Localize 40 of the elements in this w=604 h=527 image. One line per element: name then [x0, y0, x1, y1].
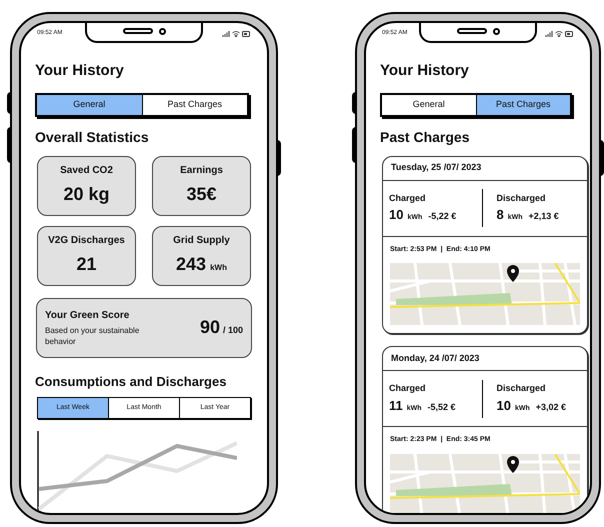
charge-date: Monday, 24 /07/ 2023 [383, 347, 587, 371]
charge-date: Tuesday, 25 /07/ 2023 [383, 156, 587, 180]
amount-label: Discharged [496, 192, 547, 205]
stat-value: 243 [176, 253, 206, 276]
stat-label: Saved CO2 [60, 164, 113, 178]
tab[interactable]: Past Charges [476, 94, 570, 114]
cost-value: -5,52 € [428, 400, 456, 414]
wifi-icon [232, 30, 240, 36]
energy-value: 10 [389, 206, 404, 224]
section-title: Past Charges [380, 128, 470, 147]
stat-value: 20 kg [63, 183, 110, 206]
score-value: 90 [200, 316, 220, 339]
energy-value: 10 [496, 396, 511, 414]
tab[interactable]: General [37, 94, 142, 114]
stat-label: V2G Discharges [48, 234, 125, 248]
screen-title: Your History [380, 61, 470, 81]
energy-value: 8 [496, 206, 504, 224]
stat-value: 35€ [186, 183, 217, 206]
stat-unit: kWh [210, 262, 227, 274]
battery-icon [565, 30, 574, 36]
stat-label: Earnings [180, 164, 223, 178]
cost-value: -5,22 € [428, 210, 456, 223]
section-title: Consumptions and Discharges [35, 372, 228, 391]
wifi-icon [555, 30, 563, 36]
stat-value: 21 [76, 253, 97, 276]
cost-value: +3,02 € [536, 400, 566, 414]
amount-label: Charged [389, 382, 427, 395]
score-max: / 100 [222, 324, 243, 337]
cost-value: +2,13 € [528, 210, 559, 223]
section-title: Overall Statistics [35, 128, 150, 146]
amount-label: Discharged [496, 382, 547, 395]
score-title: Your Green Score [45, 309, 130, 323]
signal-icon [222, 30, 230, 36]
stat-label: Grid Supply [173, 234, 230, 248]
screen-title: Your History [35, 61, 125, 81]
signal-icon [545, 30, 553, 36]
battery-icon [242, 30, 251, 36]
amount-label: Charged [389, 192, 427, 205]
energy-value: 11 [389, 396, 403, 414]
score-description: Based on your sustainable behavior [45, 325, 140, 347]
